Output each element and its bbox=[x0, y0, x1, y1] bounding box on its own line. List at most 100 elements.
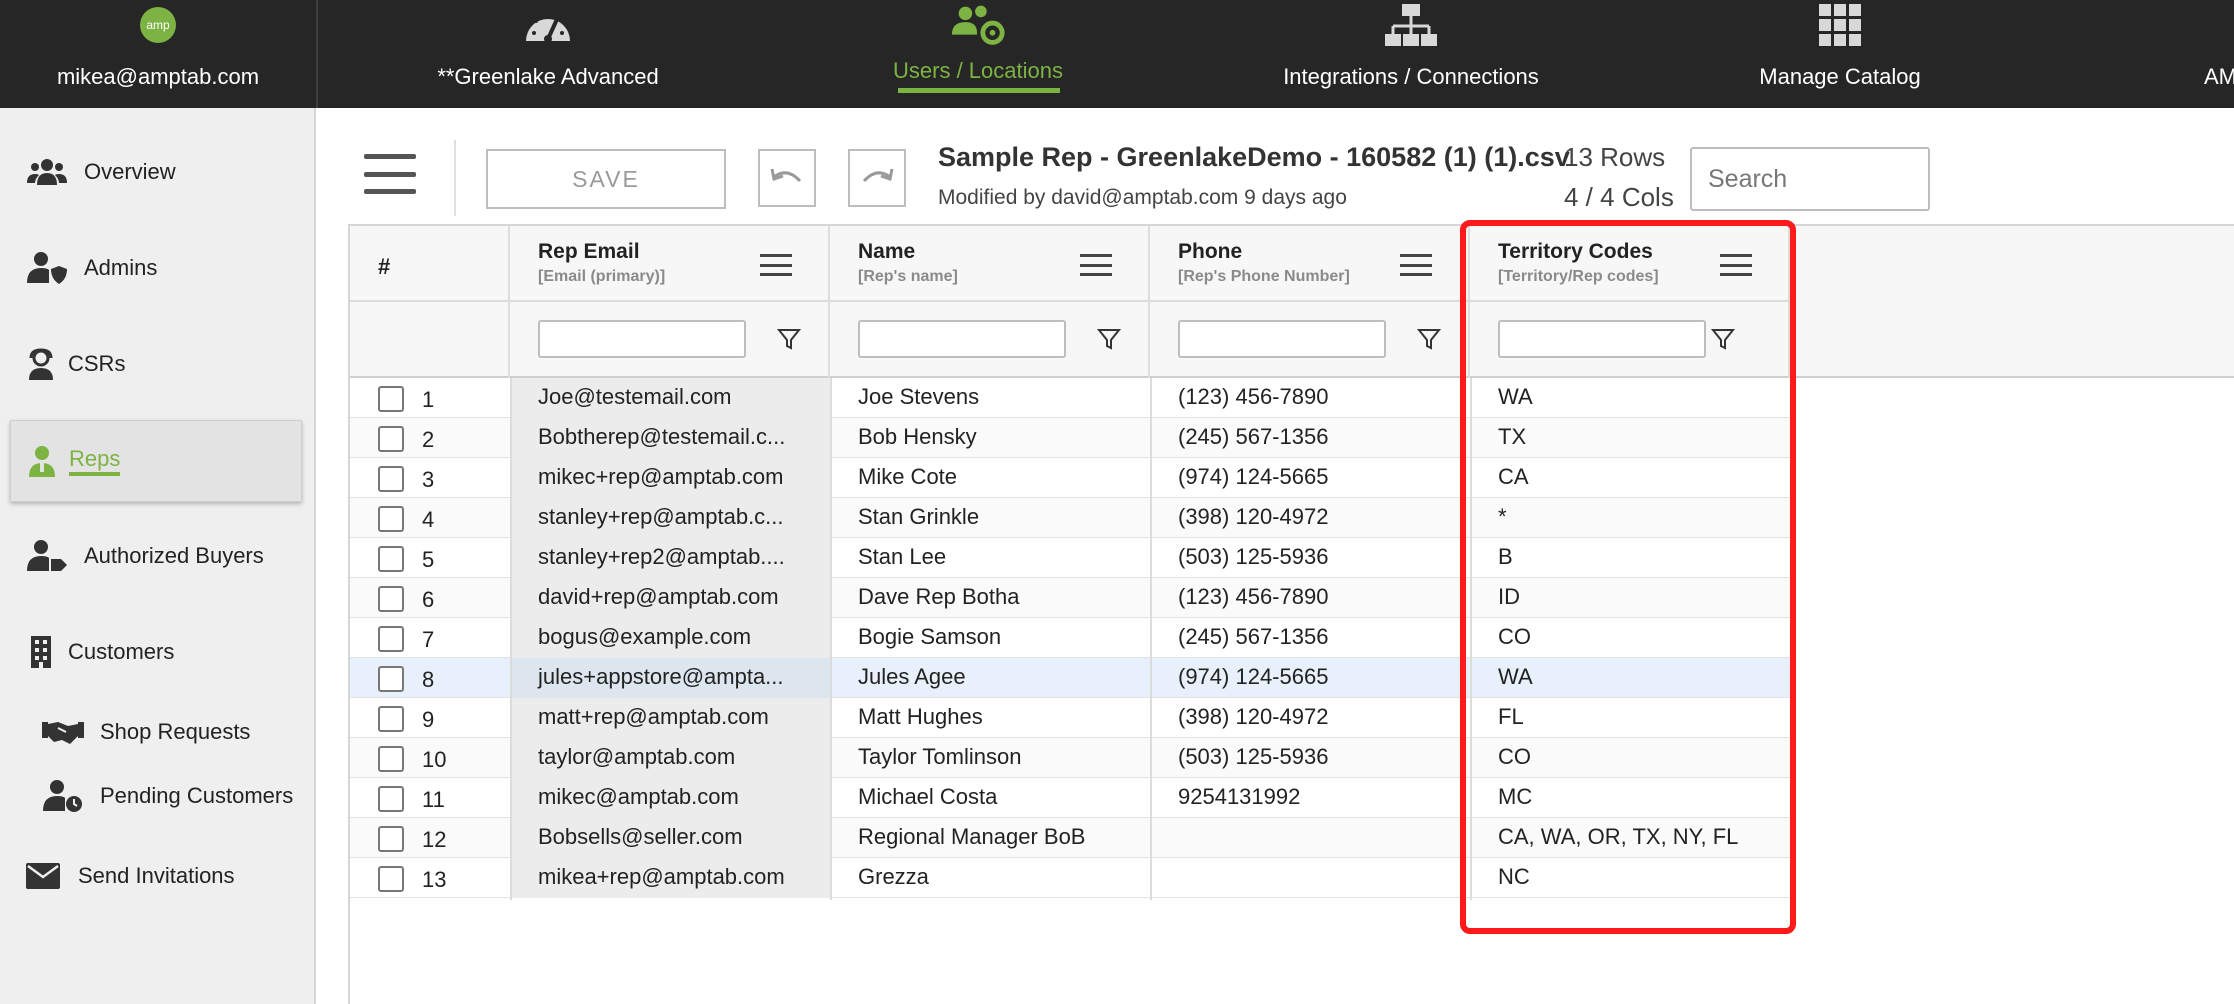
filter-input-phone[interactable] bbox=[1178, 320, 1386, 358]
cell-phone[interactable] bbox=[1150, 818, 1470, 858]
cell-rep-email[interactable]: stanley+rep2@amptab.... bbox=[510, 538, 830, 578]
cell-phone[interactable] bbox=[1150, 858, 1470, 898]
column-subtitle-phone: [Rep's Phone Number] bbox=[1178, 268, 1350, 285]
cell-name[interactable]: Dave Rep Botha bbox=[830, 578, 1150, 618]
cell-rep-email[interactable]: david+rep@amptab.com bbox=[510, 578, 830, 618]
nav-label-users-locations: Users / Locations bbox=[893, 58, 1063, 83]
cell-phone[interactable]: (245) 567-1356 bbox=[1150, 418, 1470, 458]
filter-input-rep-email[interactable] bbox=[538, 320, 746, 358]
nav-greenlake-advanced[interactable]: **Greenlake Advanced bbox=[420, 0, 676, 108]
cell-rep-email[interactable]: mikec+rep@amptab.com bbox=[510, 458, 830, 498]
header-divider bbox=[1150, 300, 1468, 302]
row-checkbox[interactable] bbox=[378, 546, 404, 572]
cell-phone[interactable]: (503) 125-5936 bbox=[1150, 538, 1470, 578]
cell-name[interactable]: Grezza bbox=[830, 858, 1150, 898]
nav-am-truncated[interactable]: AM bbox=[2204, 0, 2234, 108]
nav-label-am: AM bbox=[2204, 64, 2234, 89]
sidebar-item-send-invitations[interactable]: Send Invitations bbox=[26, 858, 235, 894]
column-menu-icon[interactable] bbox=[760, 254, 792, 276]
sidebar-item-pending-customers[interactable]: Pending Customers bbox=[42, 778, 293, 814]
cell-rep-email[interactable]: taylor@amptab.com bbox=[510, 738, 830, 778]
cell-phone[interactable]: (974) 124-5665 bbox=[1150, 658, 1470, 698]
users-gear-icon bbox=[948, 2, 1008, 48]
row-checkbox[interactable] bbox=[378, 666, 404, 692]
row-checkbox[interactable] bbox=[378, 586, 404, 612]
cell-phone[interactable]: (974) 124-5665 bbox=[1150, 458, 1470, 498]
filter-input-name[interactable] bbox=[858, 320, 1066, 358]
row-checkbox[interactable] bbox=[378, 826, 404, 852]
cell-name[interactable]: Bob Hensky bbox=[830, 418, 1150, 458]
sidebar-item-reps[interactable]: Reps bbox=[10, 420, 302, 502]
filter-icon[interactable] bbox=[1096, 326, 1122, 352]
sidebar-label-csrs: CSRs bbox=[68, 351, 126, 376]
cell-phone[interactable]: (123) 456-7890 bbox=[1150, 378, 1470, 418]
cell-phone[interactable]: (123) 456-7890 bbox=[1150, 578, 1470, 618]
row-number: 6 bbox=[422, 587, 435, 612]
cell-name[interactable]: Stan Lee bbox=[830, 538, 1150, 578]
row-number: 13 bbox=[422, 867, 447, 892]
row-checkbox[interactable] bbox=[378, 466, 404, 492]
filter-icon[interactable] bbox=[776, 326, 802, 352]
cell-rep-email[interactable]: matt+rep@amptab.com bbox=[510, 698, 830, 738]
nav-manage-catalog[interactable]: Manage Catalog bbox=[1740, 0, 1940, 108]
cell-rep-email[interactable]: jules+appstore@ampta... bbox=[510, 658, 830, 698]
row-checkbox[interactable] bbox=[378, 746, 404, 772]
cell-name[interactable]: Michael Costa bbox=[830, 778, 1150, 818]
cell-rep-email[interactable]: Joe@testemail.com bbox=[510, 378, 830, 418]
cell-rep-email[interactable]: Bobtherep@testemail.c... bbox=[510, 418, 830, 458]
cell-name[interactable]: Mike Cote bbox=[830, 458, 1150, 498]
sidebar-item-customers[interactable]: Customers bbox=[26, 634, 174, 670]
column-title-rep-email: Rep Email bbox=[538, 240, 640, 263]
cell-phone[interactable]: (398) 120-4972 bbox=[1150, 698, 1470, 738]
cell-rep-email[interactable]: Bobsells@seller.com bbox=[510, 818, 830, 858]
save-button[interactable]: SAVE bbox=[486, 149, 726, 209]
row-checkbox[interactable] bbox=[378, 386, 404, 412]
nav-divider bbox=[316, 0, 318, 108]
cell-phone[interactable]: (245) 567-1356 bbox=[1150, 618, 1470, 658]
column-menu-icon[interactable] bbox=[1080, 254, 1112, 276]
cell-name[interactable]: Bogie Samson bbox=[830, 618, 1150, 658]
row-number: 8 bbox=[422, 667, 435, 692]
column-title-phone: Phone bbox=[1178, 240, 1243, 263]
sidebar-item-shop-requests[interactable]: Shop Requests bbox=[42, 714, 250, 750]
cell-name[interactable]: Matt Hughes bbox=[830, 698, 1150, 738]
row-checkbox[interactable] bbox=[378, 706, 404, 732]
cell-name[interactable]: Taylor Tomlinson bbox=[830, 738, 1150, 778]
cell-rep-email[interactable]: bogus@example.com bbox=[510, 618, 830, 658]
cell-rep-email[interactable]: mikec@amptab.com bbox=[510, 778, 830, 818]
sidebar-item-admins[interactable]: Admins bbox=[26, 250, 157, 286]
cell-name[interactable]: Joe Stevens bbox=[830, 378, 1150, 418]
row-checkbox[interactable] bbox=[378, 866, 404, 892]
cell-name[interactable]: Regional Manager BoB bbox=[830, 818, 1150, 858]
cell-name[interactable]: Stan Grinkle bbox=[830, 498, 1150, 538]
column-menu-icon[interactable] bbox=[1400, 254, 1432, 276]
search-input[interactable] bbox=[1690, 147, 1930, 211]
menu-hamburger-icon[interactable] bbox=[364, 154, 416, 194]
nav-account[interactable]: amp mikea@amptab.com bbox=[0, 0, 316, 108]
row-number: 4 bbox=[422, 507, 435, 532]
cell-rep-email[interactable]: stanley+rep@amptab.c... bbox=[510, 498, 830, 538]
row-checkbox[interactable] bbox=[378, 786, 404, 812]
cell-phone[interactable]: (503) 125-5936 bbox=[1150, 738, 1470, 778]
header-rep-email: Rep Email [Email (primary)] bbox=[510, 226, 830, 378]
row-checkbox[interactable] bbox=[378, 626, 404, 652]
grid-icon bbox=[1810, 2, 1870, 48]
row-checkbox[interactable] bbox=[378, 506, 404, 532]
cell-phone[interactable]: 9254131992 bbox=[1150, 778, 1470, 818]
sidebar-item-csrs[interactable]: CSRs bbox=[26, 346, 125, 382]
row-number: 1 bbox=[422, 387, 435, 412]
cell-phone[interactable]: (398) 120-4972 bbox=[1150, 498, 1470, 538]
cell-rep-email[interactable]: mikea+rep@amptab.com bbox=[510, 858, 830, 898]
nav-integrations[interactable]: Integrations / Connections bbox=[1266, 0, 1556, 108]
filter-icon[interactable] bbox=[1416, 326, 1442, 352]
row-number: 11 bbox=[422, 787, 445, 812]
redo-button[interactable] bbox=[848, 149, 906, 207]
row-checkbox[interactable] bbox=[378, 426, 404, 452]
network-icon bbox=[1381, 2, 1441, 48]
sidebar-label-customers: Customers bbox=[68, 639, 175, 664]
redo-icon bbox=[862, 168, 894, 183]
sidebar-item-overview[interactable]: Overview bbox=[26, 154, 176, 190]
undo-button[interactable] bbox=[758, 149, 816, 207]
sidebar-item-authorized-buyers[interactable]: Authorized Buyers bbox=[26, 538, 264, 574]
cell-name[interactable]: Jules Agee bbox=[830, 658, 1150, 698]
